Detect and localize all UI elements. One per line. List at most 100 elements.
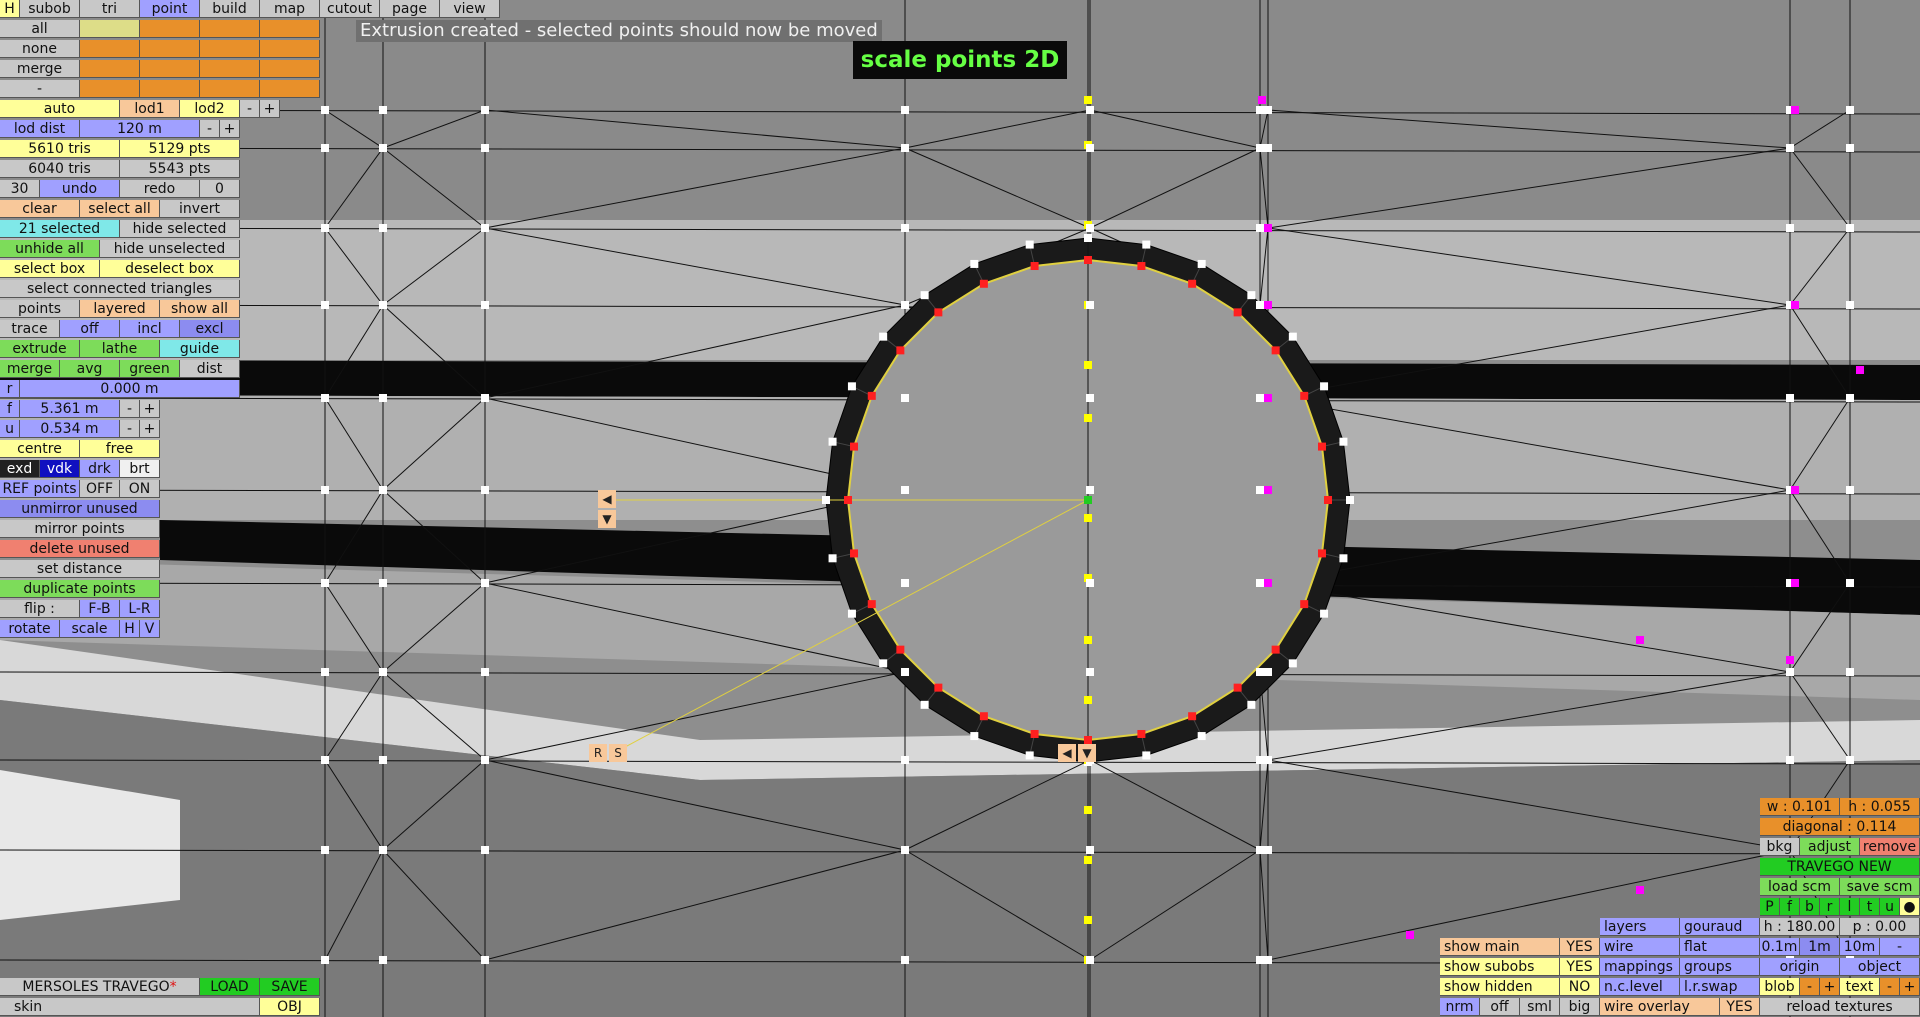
view-t-button[interactable]: t bbox=[1860, 898, 1880, 916]
brt-button[interactable]: brt bbox=[120, 460, 160, 478]
r-value[interactable]: 0.000 m bbox=[20, 380, 240, 398]
points-button[interactable]: points bbox=[0, 300, 80, 318]
delete-unused-button[interactable]: delete unused bbox=[0, 540, 160, 558]
handle-down-arrow[interactable]: ▼ bbox=[598, 510, 616, 528]
extrude-button[interactable]: extrude bbox=[0, 340, 80, 358]
handle-left-arrow-bottom[interactable]: ◀ bbox=[1058, 744, 1076, 762]
group-cell[interactable] bbox=[200, 60, 260, 78]
invert-button[interactable]: invert bbox=[160, 200, 240, 218]
obj-button[interactable]: OBJ bbox=[260, 998, 320, 1016]
f-value[interactable]: 5.361 m bbox=[20, 400, 120, 418]
trace-off-button[interactable]: off bbox=[60, 320, 120, 338]
group-cell[interactable] bbox=[80, 20, 140, 38]
lod1-button[interactable]: lod1 bbox=[120, 100, 180, 118]
point-size-big[interactable]: big bbox=[1560, 998, 1600, 1016]
view-b-button[interactable]: b bbox=[1800, 898, 1820, 916]
lod2-button[interactable]: lod2 bbox=[180, 100, 240, 118]
flip-fb-button[interactable]: F-B bbox=[80, 600, 120, 618]
show-main-toggle[interactable]: YES bbox=[1560, 938, 1600, 956]
guide-button[interactable]: guide bbox=[160, 340, 240, 358]
scale-v-button[interactable]: V bbox=[140, 620, 160, 638]
load-button[interactable]: LOAD bbox=[200, 978, 260, 996]
point-size-sml[interactable]: sml bbox=[1520, 998, 1560, 1016]
lod-auto-button[interactable]: auto bbox=[0, 100, 120, 118]
group-cell[interactable] bbox=[200, 20, 260, 38]
group-cell[interactable] bbox=[200, 80, 260, 98]
menu-build[interactable]: build bbox=[200, 0, 260, 18]
layers-button[interactable]: layers bbox=[1600, 918, 1680, 936]
trace-excl-button[interactable]: excl bbox=[180, 320, 240, 338]
lr-swap-button[interactable]: l.r.swap bbox=[1680, 978, 1760, 996]
handle-scale[interactable]: S bbox=[609, 744, 627, 762]
save-scm-button[interactable]: save scm bbox=[1840, 878, 1920, 896]
object-button[interactable]: object bbox=[1840, 958, 1920, 976]
unhide-all-button[interactable]: unhide all bbox=[0, 240, 100, 258]
lod-dist-minus[interactable]: - bbox=[200, 120, 220, 138]
centre-button[interactable]: centre bbox=[0, 440, 80, 458]
group-none[interactable]: none bbox=[0, 40, 80, 58]
rotate-button[interactable]: rotate bbox=[0, 620, 60, 638]
pitch-value[interactable]: p : 0.00 bbox=[1840, 918, 1920, 936]
step-10m-button[interactable]: 10m bbox=[1840, 938, 1880, 956]
mappings-button[interactable]: mappings bbox=[1600, 958, 1680, 976]
f-minus[interactable]: - bbox=[120, 400, 140, 418]
group-cell[interactable] bbox=[260, 80, 320, 98]
trace-incl-button[interactable]: incl bbox=[120, 320, 180, 338]
group-minus[interactable]: - bbox=[0, 80, 80, 98]
heading-value[interactable]: h : 180.00 bbox=[1760, 918, 1840, 936]
viewport[interactable]: Extrusion created - selected points shou… bbox=[0, 0, 1920, 1017]
step-01m-button[interactable]: 0.1m bbox=[1760, 938, 1800, 956]
blob-plus-button[interactable]: + bbox=[1820, 978, 1840, 996]
green-button[interactable]: green bbox=[120, 360, 180, 378]
file-name[interactable]: MERSOLES TRAVEGO* bbox=[0, 978, 200, 996]
menu-cutout[interactable]: cutout bbox=[320, 0, 380, 18]
step-minus-button[interactable]: - bbox=[1880, 938, 1920, 956]
save-button[interactable]: SAVE bbox=[260, 978, 320, 996]
undo-button[interactable]: undo bbox=[40, 180, 120, 198]
redo-button[interactable]: redo bbox=[120, 180, 200, 198]
handle-rotate[interactable]: R bbox=[589, 744, 607, 762]
view-u-button[interactable]: u bbox=[1880, 898, 1900, 916]
menu-tri[interactable]: tri bbox=[80, 0, 140, 18]
ref-off-button[interactable]: OFF bbox=[80, 480, 120, 498]
select-all-button[interactable]: select all bbox=[80, 200, 160, 218]
view-dot-icon[interactable]: ● bbox=[1900, 898, 1920, 916]
point-size-off[interactable]: off bbox=[1480, 998, 1520, 1016]
unmirror-unused-button[interactable]: unmirror unused bbox=[0, 500, 160, 518]
ref-on-button[interactable]: ON bbox=[120, 480, 160, 498]
hide-unselected-button[interactable]: hide unselected bbox=[100, 240, 240, 258]
skin-field[interactable]: skin bbox=[0, 998, 260, 1016]
mirror-points-button[interactable]: mirror points bbox=[0, 520, 160, 538]
group-cell[interactable] bbox=[80, 60, 140, 78]
remove-button[interactable]: remove bbox=[1860, 838, 1920, 856]
lod-dist-value[interactable]: 120 m bbox=[80, 120, 200, 138]
blob-minus-button[interactable]: - bbox=[1800, 978, 1820, 996]
load-scm-button[interactable]: load scm bbox=[1760, 878, 1840, 896]
drk-button[interactable]: drk bbox=[80, 460, 120, 478]
menu-view[interactable]: view bbox=[440, 0, 500, 18]
groups-button[interactable]: groups bbox=[1680, 958, 1760, 976]
menu-point[interactable]: point bbox=[140, 0, 200, 18]
group-all[interactable]: all bbox=[0, 20, 80, 38]
nc-level-button[interactable]: n.c.level bbox=[1600, 978, 1680, 996]
f-plus[interactable]: + bbox=[140, 400, 160, 418]
lathe-button[interactable]: lathe bbox=[80, 340, 160, 358]
group-cell[interactable] bbox=[80, 40, 140, 58]
group-cell[interactable] bbox=[260, 60, 320, 78]
group-cell[interactable] bbox=[200, 40, 260, 58]
scale-h-button[interactable]: H bbox=[120, 620, 140, 638]
gouraud-button[interactable]: gouraud bbox=[1680, 918, 1760, 936]
adjust-button[interactable]: adjust bbox=[1800, 838, 1860, 856]
group-cell[interactable] bbox=[80, 80, 140, 98]
show-hidden-toggle[interactable]: NO bbox=[1560, 978, 1600, 996]
clear-button[interactable]: clear bbox=[0, 200, 80, 218]
group-cell[interactable] bbox=[260, 20, 320, 38]
bkg-button[interactable]: bkg bbox=[1760, 838, 1800, 856]
select-connected-button[interactable]: select connected triangles bbox=[0, 280, 240, 298]
wire-button[interactable]: wire bbox=[1600, 938, 1680, 956]
lod-plus-button[interactable]: + bbox=[260, 100, 280, 118]
set-distance-button[interactable]: set distance bbox=[0, 560, 160, 578]
hide-selected-button[interactable]: hide selected bbox=[120, 220, 240, 238]
view-f-button[interactable]: f bbox=[1780, 898, 1800, 916]
free-button[interactable]: free bbox=[80, 440, 160, 458]
